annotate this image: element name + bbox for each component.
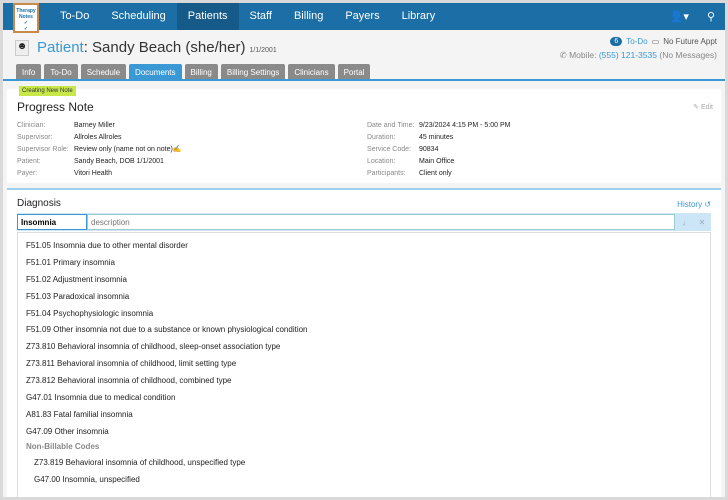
- tab-clinicians[interactable]: Clinicians: [288, 64, 335, 79]
- nav-item-staff[interactable]: Staff: [239, 3, 283, 30]
- field-row: Service Code: 90834: [367, 144, 510, 156]
- field-label: Date and Time:: [367, 122, 415, 129]
- field-value: Vitori Health: [74, 170, 113, 177]
- diagnosis-option[interactable]: Z73.811 Behavioral insomnia of childhood…: [18, 355, 710, 372]
- diagnosis-option[interactable]: F51.02 Adjustment insomnia: [18, 271, 710, 288]
- arrow-down-icon[interactable]: ↓: [675, 218, 693, 227]
- tab-to-do[interactable]: To-Do: [44, 64, 78, 79]
- note-title: Progress Note: [17, 100, 94, 114]
- diagnosis-option[interactable]: F51.03 Paradoxical insomnia: [18, 288, 710, 305]
- patient-header: ☻ Patient: Sandy Beach (she/her) 1/1/2001…: [3, 30, 725, 66]
- diagnosis-code-input[interactable]: [17, 214, 87, 230]
- todo-link[interactable]: To-Do: [626, 37, 647, 46]
- field-label: Service Code:: [367, 146, 411, 153]
- diagnosis-option[interactable]: F51.04 Psychophysiologic insomnia: [18, 305, 710, 322]
- field-value: 45 minutes: [419, 134, 454, 141]
- field-value: 90834: [419, 146, 439, 153]
- field-value: Review only (name not on note): [74, 146, 173, 153]
- field-row: Clinician: Barney Miller: [17, 120, 182, 132]
- diagnosis-option[interactable]: G47.00 Insomnia, unspecified: [18, 471, 710, 488]
- field-row: Location: Main Office: [367, 156, 510, 168]
- diagnosis-option[interactable]: F51.01 Primary insomnia: [18, 254, 710, 271]
- field-value: Barney Miller: [74, 122, 115, 129]
- field-row: Participants: Client only: [367, 168, 510, 180]
- patient-dob: 1/1/2001: [249, 47, 277, 54]
- field-row: Payer: Vitori Health: [17, 168, 182, 180]
- tab-documents[interactable]: Documents: [129, 64, 182, 79]
- field-value: Sandy Beach, DOB 1/1/2001: [74, 158, 164, 165]
- edit-button[interactable]: ✎ Edit: [693, 103, 713, 111]
- field-label: Supervisor Role:: [17, 146, 69, 153]
- app-window: Therapy Notes ✓ ✓ To-Do Scheduling Patients St…: [3, 3, 725, 497]
- close-icon[interactable]: ✕: [693, 218, 711, 227]
- phone-icon: ✆: [559, 50, 567, 60]
- appt-status: No Future Appt: [663, 37, 717, 46]
- patient-tabs: Info To-Do Schedule Documents Billing Billing…: [3, 64, 725, 81]
- diagnosis-results-dropdown: F51.05 Insomnia due to other mental diso…: [17, 232, 711, 497]
- nav-item-library[interactable]: Library: [391, 3, 447, 30]
- field-label: Supervisor:: [17, 134, 53, 141]
- history-icon: ↺: [704, 200, 711, 209]
- messages-status: (No Messages): [659, 50, 717, 60]
- patient-name: : Sandy Beach (she/her): [83, 39, 246, 56]
- therapy-notes-logo[interactable]: Therapy Notes ✓ ✓: [13, 3, 39, 33]
- field-value: 9/23/2024 4:15 PM - 5:00 PM: [419, 122, 511, 129]
- signature-icon: ✍: [172, 146, 182, 153]
- mobile-label: Mobile:: [569, 50, 597, 60]
- calendar-icon: ▭: [651, 37, 660, 46]
- field-row: Date and Time: 9/23/2024 4:15 PM - 5:00 P…: [367, 120, 510, 132]
- note-panel: Creating New Note Progress Note ✎ Edit C…: [7, 86, 721, 183]
- nav-item-patients[interactable]: Patients: [176, 3, 239, 30]
- tab-billing[interactable]: Billing: [184, 64, 218, 79]
- field-label: Location:: [367, 158, 396, 165]
- diagnosis-section: Diagnosis History ↺ ↓ ✕ F51.05 Insomnia …: [7, 188, 721, 497]
- field-row: Supervisor Role: Review only (name not on…: [17, 144, 182, 156]
- diagnosis-option[interactable]: G47.01 Insomnia due to medical condition: [18, 389, 710, 406]
- field-label: Duration:: [367, 134, 396, 141]
- page-title: Patient: Sandy Beach (she/her) 1/1/2001: [37, 39, 277, 56]
- tab-billing-settings[interactable]: Billing Settings: [220, 64, 286, 79]
- diagnosis-option[interactable]: Z73.810 Behavioral insomnia of childhood…: [18, 338, 710, 355]
- todo-count-badge[interactable]: 6: [610, 37, 623, 46]
- patient-link[interactable]: Patient: [37, 39, 84, 56]
- nav-item-scheduling[interactable]: Scheduling: [100, 3, 176, 30]
- history-label: History: [677, 200, 703, 209]
- field-label: Clinician:: [17, 122, 46, 129]
- nav-item-billing[interactable]: Billing: [283, 3, 334, 30]
- tab-portal[interactable]: Portal: [337, 64, 371, 79]
- field-row: Patient: Sandy Beach, DOB 1/1/2001: [17, 156, 182, 168]
- diagnosis-option[interactable]: Z73.819 Behavioral insomnia of childhood…: [18, 454, 710, 471]
- field-value: Allroles Allroles: [74, 134, 122, 141]
- diagnosis-description-input[interactable]: [87, 214, 675, 230]
- phone-link[interactable]: (555) 121-3535: [599, 50, 657, 60]
- nav-item-to-do[interactable]: To-Do: [49, 3, 100, 30]
- note-status-badge: Creating New Note: [19, 86, 76, 96]
- field-value: Client only: [419, 170, 452, 177]
- history-button[interactable]: History ↺: [677, 200, 711, 209]
- diagnosis-option[interactable]: Z73.812 Behavioral insomnia of childhood…: [18, 372, 710, 389]
- field-label: Payer:: [17, 170, 38, 177]
- tab-schedule[interactable]: Schedule: [80, 64, 127, 79]
- edit-label: Edit: [700, 104, 713, 111]
- diagnosis-option[interactable]: G47.09 Other insomnia: [18, 423, 710, 440]
- top-nav: Therapy Notes ✓ ✓ To-Do Scheduling Patients St…: [3, 3, 725, 33]
- patient-avatar: ☻: [15, 40, 29, 56]
- user-menu-icon[interactable]: 👤▾: [670, 10, 689, 23]
- diagnosis-title: Diagnosis: [17, 198, 61, 209]
- nav-item-payers[interactable]: Payers: [334, 3, 390, 30]
- field-label: Participants:: [367, 170, 406, 177]
- field-row: Supervisor: Allroles Allroles: [17, 132, 182, 144]
- diagnosis-option[interactable]: A81.83 Fatal familial insomnia: [18, 406, 710, 423]
- search-icon[interactable]: ⚲: [707, 10, 715, 23]
- non-billable-group-header: Non-Billable Codes: [26, 441, 100, 451]
- diagnosis-option[interactable]: F51.09 Other insomnia not due to a subst…: [18, 321, 710, 338]
- field-label: Patient:: [17, 158, 41, 165]
- diagnosis-option[interactable]: F51.05 Insomnia due to other mental diso…: [18, 237, 710, 254]
- tab-info[interactable]: Info: [16, 64, 42, 79]
- field-value: Main Office: [419, 158, 455, 165]
- field-row: Duration: 45 minutes: [367, 132, 510, 144]
- pencil-icon: ✎: [693, 104, 699, 111]
